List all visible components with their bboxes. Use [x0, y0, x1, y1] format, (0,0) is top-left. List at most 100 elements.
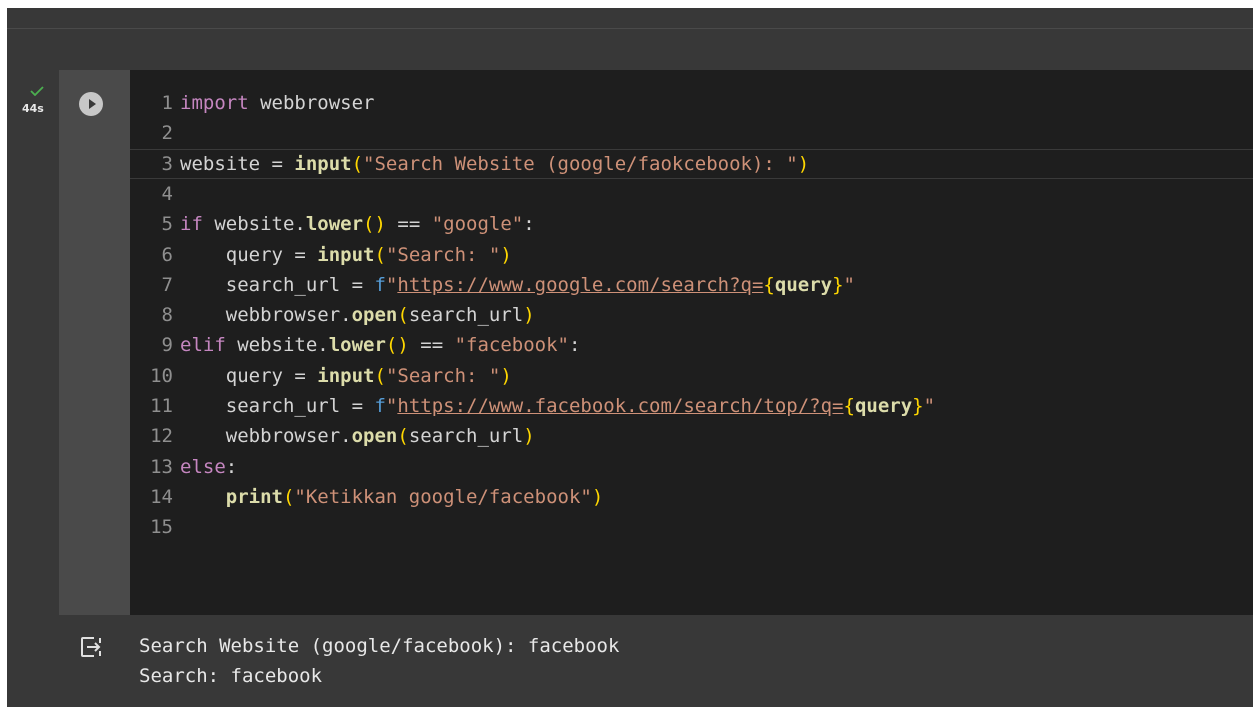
code-token: ) — [591, 485, 604, 508]
code-token: ( — [397, 304, 409, 327]
code-line[interactable]: 12 webbrowser.open(search_url) — [130, 421, 1253, 451]
code-text: query = input("Search: ") — [180, 240, 512, 270]
code-text: webbrowser.open(search_url) — [180, 421, 535, 451]
code-text: search_url = f"https://www.facebook.com/… — [180, 391, 935, 421]
code-line[interactable]: 15 — [130, 512, 1253, 542]
code-line[interactable]: 8 webbrowser.open(search_url) — [130, 300, 1253, 330]
code-token: query = — [180, 243, 318, 266]
code-token: { — [843, 395, 855, 417]
code-text: webbrowser.open(search_url) — [180, 300, 535, 330]
code-line[interactable]: 1 import webbrowser — [130, 88, 1253, 118]
line-number: 7 — [161, 273, 173, 296]
code-token: lower — [305, 213, 364, 236]
code-token: "google" — [431, 213, 524, 236]
code-token: () — [363, 213, 386, 236]
code-token: query = — [180, 364, 318, 387]
line-number: 11 — [150, 395, 173, 417]
code-line[interactable]: 14 print("Ketikkan google/facebook") — [130, 482, 1253, 512]
notebook-page: 44s 1 import webbrowser 2 3 website = input(… — [0, 0, 1253, 707]
code-token: else — [180, 455, 226, 478]
code-token: query — [774, 273, 833, 296]
line-number: 13 — [150, 455, 173, 478]
code-token: ( — [374, 243, 386, 266]
code-token: ) — [797, 152, 810, 175]
code-token: search_url = — [180, 395, 375, 417]
code-token: ) — [500, 243, 512, 266]
code-token: ( — [282, 485, 295, 508]
code-token: "Search: " — [385, 364, 501, 387]
code-token: search_url — [408, 425, 524, 448]
cell-run-gutter — [59, 70, 130, 615]
code-text: else: — [180, 452, 237, 482]
code-text: query = input("Search: ") — [180, 361, 512, 391]
code-token: https://www.facebook.com/search/top/?q= — [397, 395, 844, 417]
code-token: webbrowser — [248, 92, 375, 114]
line-number: 3 — [161, 152, 173, 175]
line-number: 9 — [161, 334, 173, 357]
code-token: f — [374, 395, 386, 417]
line-number: 4 — [161, 182, 173, 205]
code-token: ) — [523, 304, 535, 327]
code-token: " — [923, 395, 936, 417]
code-token: ( — [374, 364, 386, 387]
code-line[interactable]: 6 query = input("Search: ") — [130, 240, 1253, 270]
code-token: " — [385, 273, 398, 296]
code-token: input — [317, 243, 375, 266]
code-text: import webbrowser — [180, 88, 374, 118]
code-token: query — [854, 395, 913, 417]
output-redirect-icon[interactable] — [80, 636, 102, 658]
code-token: } — [912, 395, 924, 417]
line-number: 1 — [161, 92, 173, 114]
code-line[interactable]: 5 if website.lower() == "google": — [130, 209, 1253, 239]
check-icon — [30, 86, 44, 96]
code-token: f — [374, 273, 386, 296]
code-token: website. — [202, 213, 306, 236]
code-text: print("Ketikkan google/facebook") — [180, 482, 604, 512]
line-number: 5 — [161, 213, 173, 236]
line-number: 14 — [150, 485, 173, 508]
code-token: webbrowser. — [180, 425, 352, 448]
code-line[interactable]: 7 search_url = f"https://www.google.com/… — [130, 270, 1253, 300]
code-token: import — [180, 92, 249, 114]
code-token: lower — [328, 334, 386, 357]
execution-status-gutter — [7, 70, 59, 707]
code-token: () — [385, 334, 409, 357]
window-left-border — [0, 0, 7, 707]
code-token: elif — [180, 334, 226, 357]
code-line[interactable]: 10 query = input("Search: ") — [130, 361, 1253, 391]
code-line[interactable]: 4 — [130, 179, 1253, 209]
code-line[interactable]: 11 search_url = f"https://www.facebook.c… — [130, 391, 1253, 421]
output-line: Search: facebook — [139, 665, 323, 687]
code-token: if — [180, 213, 203, 236]
code-token: "Search: " — [385, 243, 501, 266]
code-line[interactable]: 2 — [130, 118, 1253, 148]
code-text: elif website.lower() == "facebook": — [180, 330, 580, 360]
line-number: 2 — [161, 122, 173, 145]
line-number: 10 — [150, 364, 173, 387]
line-number: 15 — [150, 516, 173, 539]
execution-time-label: 44s — [22, 102, 44, 115]
cell-output-area — [59, 615, 1253, 707]
code-token: ) — [500, 364, 512, 387]
code-line[interactable]: 3 website = input("Search Website (google… — [130, 148, 1253, 179]
code-line[interactable]: 13 else: — [130, 452, 1253, 482]
code-token: " — [385, 395, 398, 417]
code-text: if website.lower() == "google": — [180, 209, 535, 239]
toolbar-divider — [7, 28, 1253, 29]
code-line[interactable]: 9 elif website.lower() == "facebook": — [130, 330, 1253, 360]
code-token: "Ketikkan google/facebook" — [294, 485, 592, 508]
code-token: { — [763, 273, 775, 296]
code-token: ) — [523, 425, 535, 448]
code-token: : — [523, 213, 535, 236]
code-token: webbrowser. — [180, 304, 352, 327]
line-number: 12 — [150, 425, 173, 448]
code-editor[interactable]: 1 import webbrowser 2 3 website = input("Sea… — [130, 70, 1253, 615]
line-number: 6 — [161, 243, 173, 266]
code-token: input — [317, 364, 375, 387]
top-toolbar-area — [7, 0, 1253, 70]
code-text: search_url = f"https://www.google.com/se… — [180, 270, 855, 300]
code-token: "Search Website (google/faokcebook): " — [363, 152, 798, 175]
code-token: search_url = — [180, 273, 375, 296]
line-number: 8 — [161, 304, 173, 327]
run-cell-button[interactable] — [79, 92, 103, 116]
